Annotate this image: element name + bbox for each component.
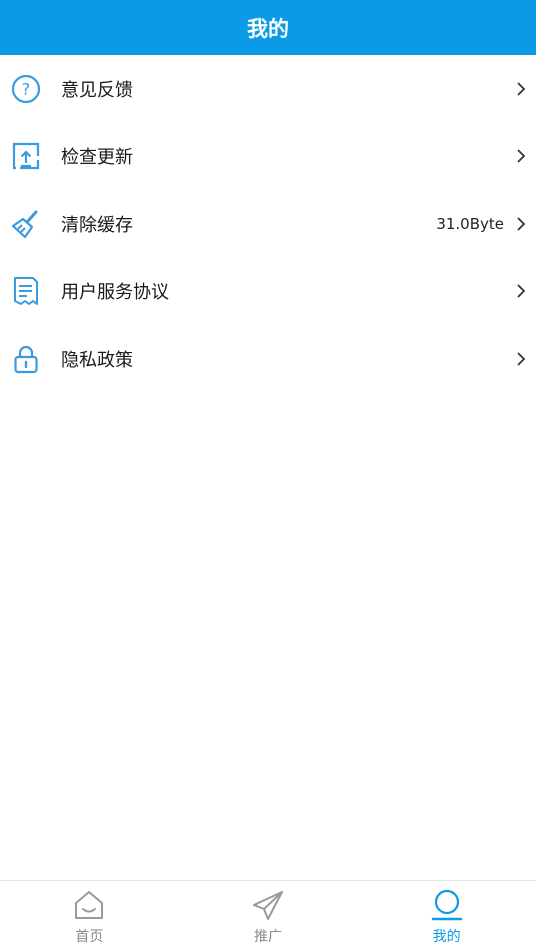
broom-icon bbox=[10, 208, 42, 240]
menu-item-label: 隐私政策 bbox=[61, 349, 133, 371]
tab-home[interactable]: 首页 bbox=[0, 881, 179, 949]
bottom-tab-bar: 首页 推广 我的 bbox=[0, 880, 536, 949]
tab-mine[interactable]: 我的 bbox=[357, 881, 536, 949]
upload-update-icon bbox=[10, 140, 42, 172]
chevron-right-icon bbox=[514, 81, 526, 97]
chevron-right-icon bbox=[514, 148, 526, 164]
chevron-right-icon bbox=[514, 351, 526, 367]
menu-item-feedback[interactable]: ? 意见反馈 bbox=[0, 55, 536, 123]
tab-promotion[interactable]: 推广 bbox=[179, 881, 358, 949]
document-icon bbox=[10, 275, 42, 307]
menu-item-label: 检查更新 bbox=[61, 147, 133, 169]
menu-item-user-agreement[interactable]: 用户服务协议 bbox=[0, 258, 536, 326]
tab-label: 我的 bbox=[432, 929, 461, 945]
tab-label: 首页 bbox=[75, 929, 104, 945]
menu-item-label: 意见反馈 bbox=[61, 79, 133, 101]
chevron-right-icon bbox=[514, 283, 526, 299]
menu-item-label: 清除缓存 bbox=[61, 214, 133, 236]
menu-item-clear-cache[interactable]: 清除缓存 31.0Byte bbox=[0, 190, 536, 258]
menu-item-check-update[interactable]: 检查更新 bbox=[0, 123, 536, 191]
user-icon bbox=[430, 888, 464, 922]
feedback-question-icon: ? bbox=[10, 73, 42, 105]
svg-text:?: ? bbox=[22, 79, 31, 98]
menu-item-label: 用户服务协议 bbox=[61, 282, 169, 304]
home-icon bbox=[72, 888, 106, 922]
tab-label: 推广 bbox=[254, 929, 282, 945]
page-title: 我的 bbox=[247, 16, 289, 41]
cache-size-value: 31.0Byte bbox=[436, 214, 504, 233]
menu-item-privacy-policy[interactable]: 隐私政策 bbox=[0, 325, 536, 393]
app-header: 我的 bbox=[0, 0, 536, 55]
settings-menu: ? 意见反馈 检查更新 清除缓存 31.0Byte 用户服务协议 隐私政策 bbox=[0, 55, 536, 393]
chevron-right-icon bbox=[514, 216, 526, 232]
paper-plane-icon bbox=[251, 888, 285, 922]
lock-icon bbox=[10, 343, 42, 375]
